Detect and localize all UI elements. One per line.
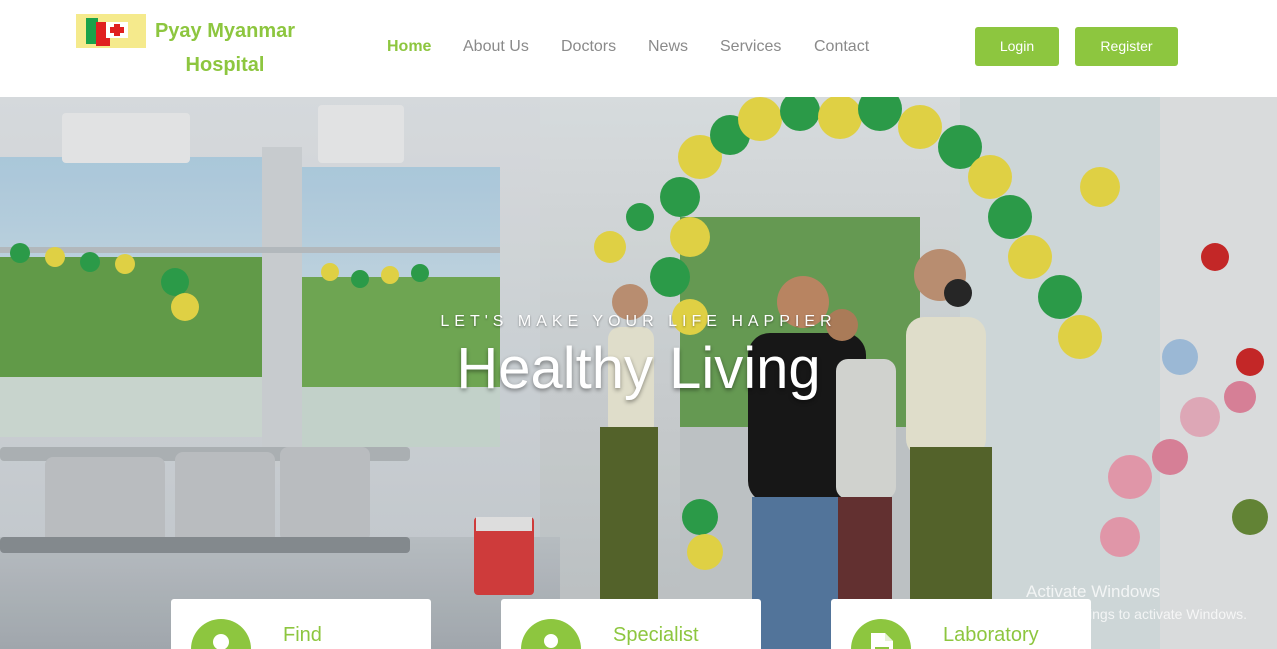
brand-name-line2: Hospital: [185, 54, 265, 76]
nav-services[interactable]: Services: [720, 36, 781, 58]
feature-card-laboratory[interactable]: Laboratory: [831, 599, 1091, 649]
feature-card-title: Laboratory: [943, 624, 1039, 646]
brand-name-line1: Pyay Myanmar: [154, 20, 296, 42]
hero-headline: Healthy Living: [456, 336, 821, 401]
feature-card-title: Specialist: [613, 624, 699, 646]
login-button[interactable]: Login: [975, 27, 1059, 66]
nav-about-us[interactable]: About Us: [463, 36, 529, 58]
person-icon: [191, 619, 251, 649]
site-header: Pyay Myanmar Hospital Home About Us Doct…: [0, 0, 1277, 97]
nav-home[interactable]: Home: [387, 36, 431, 58]
nav-doctors[interactable]: Doctors: [561, 36, 616, 58]
nav-news[interactable]: News: [648, 36, 688, 58]
hero-banner: LET'S MAKE YOUR LIFE HAPPIER Healthy Liv…: [0, 97, 1277, 649]
feature-card-find[interactable]: Find: [171, 599, 431, 649]
hospital-logo-icon[interactable]: [76, 14, 146, 48]
register-button[interactable]: Register: [1075, 27, 1178, 66]
document-icon: [851, 619, 911, 649]
doctor-icon: [521, 619, 581, 649]
feature-card-title: Find: [283, 624, 322, 646]
brand-name[interactable]: Pyay Myanmar Hospital: [146, 14, 304, 82]
feature-card-specialist[interactable]: Specialist: [501, 599, 761, 649]
hero-tagline: LET'S MAKE YOUR LIFE HAPPIER: [440, 313, 837, 330]
nav-contact[interactable]: Contact: [814, 36, 869, 58]
